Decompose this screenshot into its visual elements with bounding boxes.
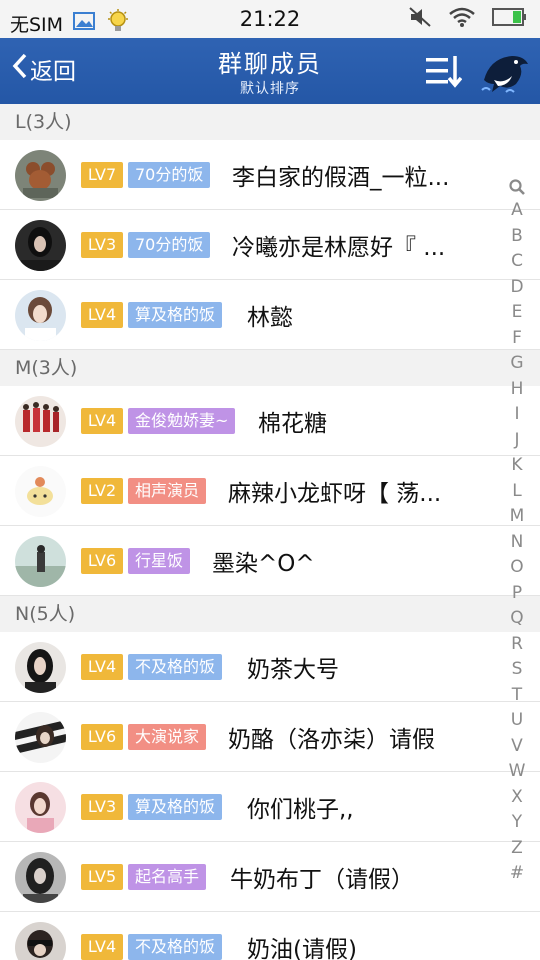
member-row[interactable]: LV6 大演说家 奶酪（洛亦柒）请假 bbox=[0, 702, 540, 772]
avatar bbox=[15, 852, 66, 903]
level-badge: LV5 bbox=[81, 864, 123, 890]
member-row[interactable]: LV4 不及格的饭 奶茶大号 bbox=[0, 632, 540, 702]
index-letter[interactable]: Y bbox=[504, 810, 530, 836]
index-letter[interactable]: X bbox=[504, 785, 530, 811]
member-row[interactable]: LV4 金俊勉娇妻~ 棉花糖 bbox=[0, 386, 540, 456]
member-row[interactable]: LV2 相声演员 麻辣小龙虾呀【 荡... bbox=[0, 456, 540, 526]
index-letter[interactable]: N bbox=[504, 530, 530, 556]
sort-icon bbox=[424, 56, 463, 92]
title-tag: 算及格的饭 bbox=[128, 302, 223, 328]
index-letter[interactable]: K bbox=[504, 453, 530, 479]
member-name: 棉花糖 bbox=[258, 411, 327, 437]
level-badge: LV3 bbox=[81, 794, 123, 820]
member-name: 冷曦亦是林愿好『 ... bbox=[232, 235, 446, 261]
index-letter[interactable]: P bbox=[504, 581, 530, 607]
level-badge: LV7 bbox=[81, 162, 123, 188]
dolphin-mascot-icon[interactable] bbox=[478, 46, 530, 96]
index-letter[interactable]: # bbox=[504, 861, 530, 887]
level-badge: LV3 bbox=[81, 232, 123, 258]
member-name: 奶油(请假) bbox=[247, 937, 357, 960]
sort-button[interactable] bbox=[424, 54, 463, 88]
title-tag: 不及格的饭 bbox=[128, 654, 223, 680]
member-row[interactable]: LV3 70分的饭 冷曦亦是林愿好『 ... bbox=[0, 210, 540, 280]
index-letter[interactable]: O bbox=[504, 555, 530, 581]
index-letter[interactable]: Z bbox=[504, 836, 530, 862]
member-row[interactable]: LV7 70分的饭 李白家的假酒_一粒... bbox=[0, 140, 540, 210]
title-tag: 起名高手 bbox=[128, 864, 207, 890]
index-letter[interactable]: L bbox=[504, 479, 530, 505]
member-name: 麻辣小龙虾呀【 荡... bbox=[228, 481, 442, 507]
section-header: M(3人) bbox=[0, 350, 540, 386]
title-tag: 70分的饭 bbox=[128, 232, 211, 258]
index-letter[interactable]: C bbox=[504, 249, 530, 275]
index-letter[interactable]: A bbox=[504, 198, 530, 224]
index-letter[interactable]: I bbox=[504, 402, 530, 428]
member-name: 牛奶布丁（请假） bbox=[230, 867, 414, 893]
avatar bbox=[15, 642, 66, 693]
index-letter[interactable]: U bbox=[504, 708, 530, 734]
section-header: L(3人) bbox=[0, 104, 540, 140]
battery-icon bbox=[492, 7, 528, 31]
member-name: 墨染^O^ bbox=[212, 551, 315, 577]
level-badge: LV4 bbox=[81, 408, 123, 434]
level-badge: LV4 bbox=[81, 934, 123, 960]
avatar bbox=[15, 466, 66, 517]
level-badge: LV4 bbox=[81, 302, 123, 328]
member-name: 林懿 bbox=[247, 305, 293, 331]
member-row[interactable]: LV6 行星饭 墨染^O^ bbox=[0, 526, 540, 596]
avatar bbox=[15, 220, 66, 271]
index-letter[interactable]: S bbox=[504, 657, 530, 683]
title-tag: 70分的饭 bbox=[128, 162, 211, 188]
index-letter[interactable]: R bbox=[504, 632, 530, 658]
avatar bbox=[15, 290, 66, 341]
member-row[interactable]: LV5 起名高手 牛奶布丁（请假） bbox=[0, 842, 540, 912]
member-name: 你们桃子,, bbox=[247, 797, 354, 823]
title-tag: 大演说家 bbox=[128, 724, 207, 750]
index-letter[interactable]: M bbox=[504, 504, 530, 530]
index-letter[interactable]: J bbox=[504, 428, 530, 454]
search-icon[interactable] bbox=[504, 176, 530, 198]
member-name: 李白家的假酒_一粒... bbox=[232, 165, 450, 191]
member-row[interactable]: LV4 算及格的饭 林懿 bbox=[0, 280, 540, 350]
title-tag: 行星饭 bbox=[128, 548, 191, 574]
wifi-icon bbox=[448, 6, 476, 32]
level-badge: LV2 bbox=[81, 478, 123, 504]
member-name: 奶茶大号 bbox=[247, 657, 339, 683]
index-letter[interactable]: V bbox=[504, 734, 530, 760]
index-letter[interactable]: W bbox=[504, 759, 530, 785]
title-tag: 相声演员 bbox=[128, 478, 207, 504]
index-letter[interactable]: H bbox=[504, 377, 530, 403]
index-letter[interactable]: Q bbox=[504, 606, 530, 632]
navigation-bar: 返回 群聊成员 默认排序 bbox=[0, 38, 540, 104]
member-name: 奶酪（洛亦柒）请假 bbox=[228, 727, 435, 753]
member-row[interactable]: LV4 不及格的饭 奶油(请假) bbox=[0, 912, 540, 960]
title-tag: 不及格的饭 bbox=[128, 934, 223, 960]
avatar bbox=[15, 150, 66, 201]
index-letter[interactable]: G bbox=[504, 351, 530, 377]
mute-icon bbox=[408, 6, 432, 32]
index-letter[interactable]: D bbox=[504, 275, 530, 301]
status-bar: 无SIM 21:22 bbox=[0, 0, 540, 38]
alphabet-index[interactable]: A B C D E F G H I J K L M N O P Q R S T U V W X Y Z # bbox=[504, 176, 530, 887]
level-badge: LV6 bbox=[81, 724, 123, 750]
index-letter[interactable]: F bbox=[504, 326, 530, 352]
avatar bbox=[15, 782, 66, 833]
avatar bbox=[15, 922, 66, 960]
avatar bbox=[15, 712, 66, 763]
title-tag: 金俊勉娇妻~ bbox=[128, 408, 236, 434]
index-letter[interactable]: T bbox=[504, 683, 530, 709]
level-badge: LV4 bbox=[81, 654, 123, 680]
title-tag: 算及格的饭 bbox=[128, 794, 223, 820]
member-row[interactable]: LV3 算及格的饭 你们桃子,, bbox=[0, 772, 540, 842]
level-badge: LV6 bbox=[81, 548, 123, 574]
avatar bbox=[15, 396, 66, 447]
section-header: N(5人) bbox=[0, 596, 540, 632]
index-letter[interactable]: E bbox=[504, 300, 530, 326]
avatar bbox=[15, 536, 66, 587]
member-list: L(3人) LV7 70分的饭 李白家的假酒_一粒... LV3 70分的饭 冷… bbox=[0, 104, 540, 960]
index-letter[interactable]: B bbox=[504, 224, 530, 250]
